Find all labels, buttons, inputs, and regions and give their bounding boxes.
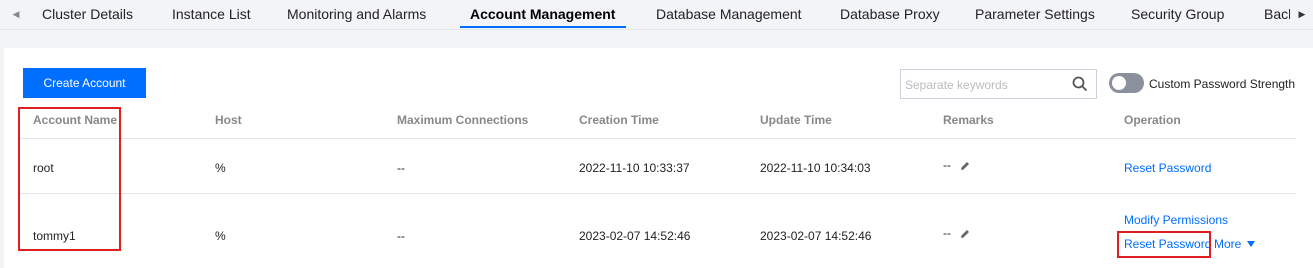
tab-scroll-right-icon[interactable]: ▶ <box>1292 0 1312 28</box>
account-name-highlight <box>18 107 121 251</box>
more-label: More <box>1214 237 1242 251</box>
tab-database-proxy[interactable]: Database Proxy <box>840 6 940 22</box>
row-creation-time: 2023-02-07 14:52:46 <box>579 229 691 243</box>
tab-security-group[interactable]: Security Group <box>1131 6 1224 22</box>
edit-remarks-icon[interactable] <box>959 160 971 172</box>
col-max-connections: Maximum Connections <box>397 113 529 127</box>
row-creation-time: 2022-11-10 10:33:37 <box>579 161 690 175</box>
tab-monitoring-alarms[interactable]: Monitoring and Alarms <box>287 6 426 22</box>
row-max-connections: -- <box>397 161 405 175</box>
tab-cluster-details[interactable]: Cluster Details <box>42 6 133 22</box>
caret-down-icon <box>1247 241 1256 247</box>
row-divider <box>18 193 1296 194</box>
tab-instance-list[interactable]: Instance List <box>172 6 251 22</box>
tab-overflow-clip: Backup <box>1250 0 1290 28</box>
row-update-time: 2023-02-07 14:52:46 <box>760 229 872 243</box>
tab-scroll-left-icon[interactable]: ◀ <box>6 0 26 28</box>
tab-account-management[interactable]: Account Management <box>470 6 615 22</box>
reset-password-link[interactable]: Reset Password <box>1124 161 1211 175</box>
row-remarks: -- <box>943 226 951 240</box>
col-remarks: Remarks <box>943 113 994 127</box>
tab-backup[interactable]: Backup <box>1264 6 1290 22</box>
modify-permissions-link[interactable]: Modify Permissions <box>1124 213 1228 227</box>
custom-password-strength-label: Custom Password Strength <box>1149 77 1296 91</box>
search-input[interactable]: Separate keywords <box>900 69 1097 99</box>
active-tab-indicator <box>460 26 626 28</box>
edit-remarks-icon[interactable] <box>959 228 971 240</box>
tab-database-management[interactable]: Database Management <box>656 6 802 22</box>
custom-password-strength-toggle[interactable] <box>1109 73 1144 93</box>
row-host: % <box>215 229 226 243</box>
tab-parameter-settings[interactable]: Parameter Settings <box>975 6 1095 22</box>
reset-password-highlight <box>1117 231 1211 258</box>
row-remarks: -- <box>943 158 951 172</box>
toggle-knob <box>1112 76 1126 90</box>
more-dropdown[interactable]: More <box>1214 237 1256 251</box>
search-placeholder: Separate keywords <box>905 78 1008 92</box>
row-update-time: 2022-11-10 10:34:03 <box>760 161 871 175</box>
row-max-connections: -- <box>397 229 405 243</box>
col-creation-time: Creation Time <box>579 113 659 127</box>
col-update-time: Update Time <box>760 113 832 127</box>
col-host: Host <box>215 113 242 127</box>
tab-bar: ◀ Cluster Details Instance List Monitori… <box>0 0 1313 30</box>
header-divider <box>18 138 1296 139</box>
create-account-button[interactable]: Create Account <box>23 68 146 98</box>
row-host: % <box>215 161 226 175</box>
search-icon[interactable] <box>1072 76 1088 92</box>
col-operation: Operation <box>1124 113 1181 127</box>
